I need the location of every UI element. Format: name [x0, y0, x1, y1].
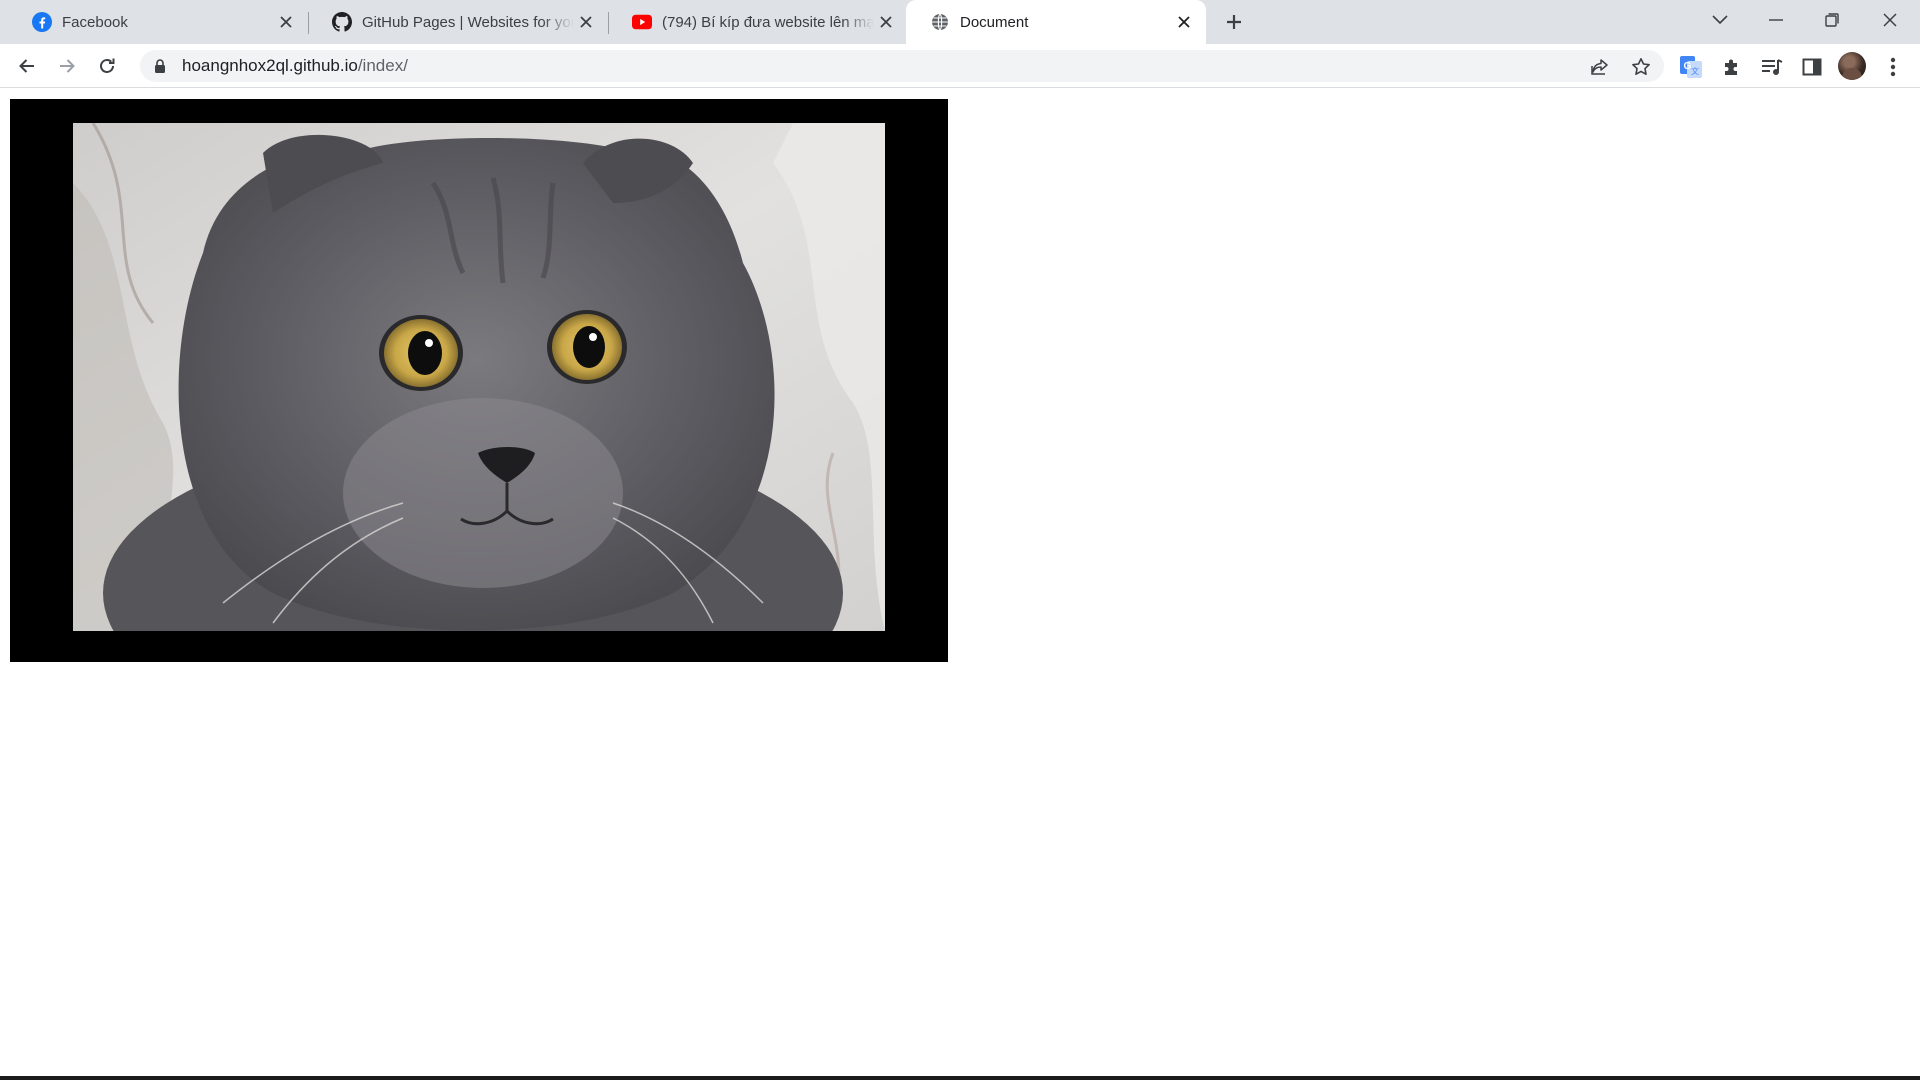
- tab-strip: Facebook GitHub Pages | Websites for you…: [0, 0, 1920, 44]
- close-window-button[interactable]: [1862, 0, 1918, 40]
- lock-icon[interactable]: [152, 58, 168, 74]
- facebook-icon: [32, 12, 52, 32]
- reload-button[interactable]: [92, 51, 122, 81]
- close-icon[interactable]: [1172, 10, 1196, 34]
- tab-facebook[interactable]: Facebook: [8, 0, 308, 44]
- tab-document[interactable]: Document: [906, 0, 1206, 44]
- cat-photo: [73, 123, 885, 631]
- share-icon[interactable]: [1588, 55, 1612, 79]
- globe-icon: [930, 12, 950, 32]
- translate-extension-icon[interactable]: G文: [1678, 54, 1704, 80]
- more-menu-icon[interactable]: [1880, 54, 1906, 80]
- tab-title: Document: [960, 13, 1029, 31]
- svg-text:文: 文: [1691, 66, 1699, 76]
- youtube-icon: [632, 12, 652, 32]
- browser-toolbar: hoangnhox2ql.github.io/index/ G文: [0, 44, 1920, 88]
- tab-title: Facebook: [62, 13, 128, 31]
- window-bottom-edge: [0, 1076, 1920, 1080]
- image-frame: [10, 99, 948, 662]
- github-icon: [332, 12, 352, 32]
- browser-window: Facebook GitHub Pages | Websites for you…: [0, 0, 1920, 1080]
- address-bar[interactable]: hoangnhox2ql.github.io/index/: [140, 50, 1664, 82]
- tab-search-button[interactable]: [1692, 0, 1748, 40]
- profile-avatar[interactable]: [1838, 52, 1866, 80]
- close-icon[interactable]: [574, 10, 598, 34]
- url-path: /index/: [357, 56, 408, 75]
- close-icon[interactable]: [874, 10, 898, 34]
- back-button[interactable]: [12, 51, 42, 81]
- new-tab-button[interactable]: [1221, 9, 1247, 35]
- restore-button[interactable]: [1804, 0, 1860, 40]
- tab-title: GitHub Pages | Websites for you and your…: [362, 13, 574, 31]
- minimize-button[interactable]: [1748, 0, 1804, 40]
- url-text[interactable]: hoangnhox2ql.github.io/index/: [182, 56, 408, 76]
- media-queue-icon[interactable]: [1759, 54, 1785, 80]
- forward-button[interactable]: [52, 51, 82, 81]
- tab-github-pages[interactable]: GitHub Pages | Websites for you and your…: [308, 0, 608, 44]
- url-host: hoangnhox2ql.github.io: [182, 56, 358, 75]
- tab-youtube[interactable]: (794) Bí kíp đưa website lên mạng: [608, 0, 908, 44]
- bookmark-star-icon[interactable]: [1629, 55, 1653, 79]
- close-icon[interactable]: [274, 10, 298, 34]
- side-panel-icon[interactable]: [1799, 54, 1825, 80]
- tab-title: (794) Bí kíp đưa website lên mạng: [662, 13, 874, 31]
- page-viewport: [0, 89, 1920, 1076]
- extensions-puzzle-icon[interactable]: [1719, 54, 1745, 80]
